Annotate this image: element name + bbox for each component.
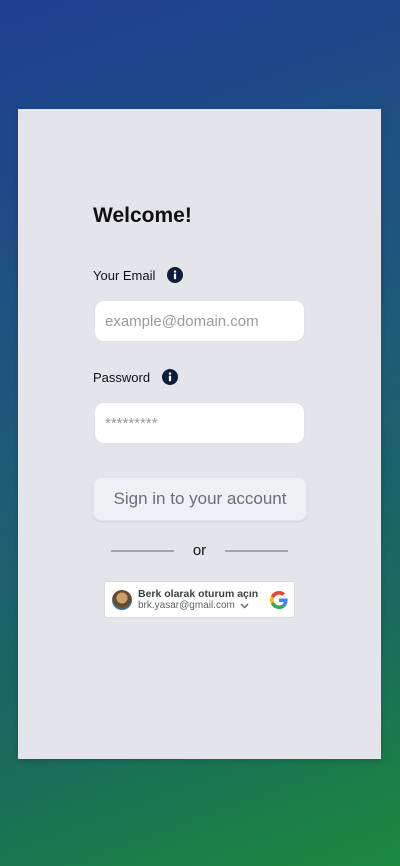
avatar bbox=[112, 589, 132, 610]
google-account-text: Berk olarak oturum açın brk.yasar@gmail.… bbox=[138, 588, 266, 612]
login-card: Welcome! Your Email Password Sign in to … bbox=[18, 109, 381, 759]
email-label: Your Email bbox=[93, 267, 156, 283]
sign-in-button[interactable]: Sign in to your account bbox=[93, 477, 307, 521]
password-label-row: Password bbox=[93, 369, 179, 385]
divider-line-left bbox=[111, 549, 174, 552]
google-g-icon bbox=[270, 590, 288, 609]
or-divider: or bbox=[111, 542, 288, 559]
page-title: Welcome! bbox=[93, 204, 192, 227]
info-icon[interactable] bbox=[167, 267, 184, 283]
email-label-row: Your Email bbox=[93, 267, 184, 283]
google-account-email-row: brk.yasar@gmail.com bbox=[138, 600, 266, 612]
google-sign-in-button[interactable]: Berk olarak oturum açın brk.yasar@gmail.… bbox=[104, 581, 295, 618]
info-icon[interactable] bbox=[162, 369, 179, 385]
password-field[interactable] bbox=[94, 402, 305, 444]
divider-line-right bbox=[225, 549, 288, 552]
google-account-name: Berk olarak oturum açın bbox=[138, 587, 259, 600]
google-account-email: brk.yasar@gmail.com bbox=[138, 599, 235, 611]
password-label: Password bbox=[93, 369, 151, 385]
chevron-down-icon[interactable] bbox=[240, 603, 249, 609]
email-field[interactable] bbox=[94, 300, 305, 342]
divider-text: or bbox=[192, 542, 207, 559]
